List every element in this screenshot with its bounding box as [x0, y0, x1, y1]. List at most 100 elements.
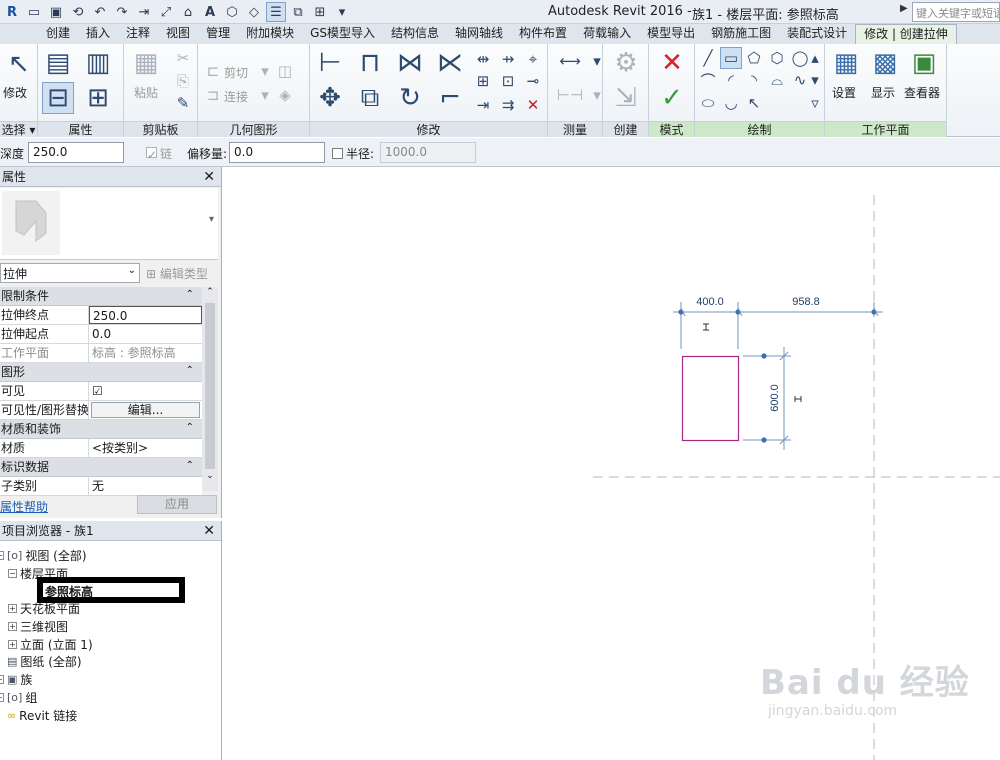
edit-type-button[interactable]: ⊞ 编辑类型 [146, 265, 208, 282]
customize-qat-icon[interactable]: ▾ [332, 2, 352, 22]
close-hidden-icon[interactable]: ⧉ [288, 2, 308, 22]
rotate-icon[interactable]: ↻ [394, 82, 426, 114]
mirror-draw-icon[interactable]: ⋉ [434, 47, 466, 79]
draw-polygon-icon[interactable]: ⬠ [743, 47, 765, 69]
dim-text-height[interactable]: 600.0 [769, 384, 781, 412]
material-value[interactable]: <按类别> [89, 439, 202, 457]
show-workplane-icon[interactable]: ▩ [869, 47, 901, 79]
cope-icon[interactable]: ⊏ [202, 60, 224, 82]
tab-view[interactable]: 视图 [158, 24, 198, 44]
selected-view-ref-level[interactable]: 参照标高 [37, 577, 185, 603]
pin-icon[interactable]: ⊸ [522, 70, 544, 92]
draw-arc-3pt-icon[interactable]: ⌒ [697, 69, 719, 91]
tab-structure-info[interactable]: 结构信息 [383, 24, 447, 44]
expand-icon[interactable]: + [0, 675, 4, 684]
join-label[interactable]: 连接 [224, 88, 248, 105]
align-icon[interactable]: ⊢ [314, 47, 346, 79]
tree-node-revit-links[interactable]: ∞ Revit 链接 [0, 707, 77, 724]
split-face-icon[interactable]: ◫ [274, 60, 296, 82]
dim-grip[interactable] [761, 437, 767, 443]
draw-rectangle-icon[interactable]: ▭ [720, 47, 742, 69]
select-panel-label[interactable]: 选择 ▾ [0, 121, 37, 137]
type-selector-dropdown-icon[interactable]: ▾ [209, 214, 214, 225]
draw-expand-icon[interactable]: ▿ [808, 92, 822, 114]
trim-single-icon[interactable]: ⇥ [472, 94, 494, 116]
tab-grid-axis[interactable]: 轴网轴线 [447, 24, 511, 44]
copy-icon[interactable]: ⎘ [172, 70, 194, 92]
dimension-icon[interactable]: ⤢ [156, 2, 176, 22]
paste-label[interactable]: 粘贴 [134, 84, 158, 101]
modify-label[interactable]: 修改 [3, 84, 27, 101]
scroll-down-icon[interactable]: ⌄ [202, 471, 218, 485]
delete-icon[interactable]: ✕ [522, 94, 544, 116]
apply-button[interactable]: 应用 [137, 495, 217, 514]
tree-node-families[interactable]: +▣族 [0, 671, 32, 688]
tab-load-input[interactable]: 荷载输入 [575, 24, 639, 44]
move-icon[interactable]: ✥ [314, 82, 346, 114]
paint-icon[interactable]: ◈ [274, 84, 296, 106]
create-similar-icon[interactable]: ⇲ [610, 82, 642, 114]
array-icon[interactable]: ⊞ [472, 70, 494, 92]
aligned-dimension-icon[interactable]: ⊢⊣ [554, 84, 586, 106]
draw-scroll-up-icon[interactable]: ▴ [808, 47, 822, 69]
tab-rebar-drawing[interactable]: 钢筋施工图 [703, 24, 779, 44]
split-gap-icon[interactable]: ⇸ [497, 48, 519, 70]
revit-logo-icon[interactable]: R [2, 2, 22, 22]
tag-icon[interactable]: ⌂ [178, 2, 198, 22]
switch-windows-icon[interactable]: ⊞ [310, 2, 330, 22]
text-icon[interactable]: A [200, 2, 220, 22]
family-category-icon[interactable]: ⊟ [42, 82, 74, 114]
join-icon[interactable]: ⊐ [202, 84, 224, 106]
draw-inscribed-polygon-icon[interactable]: ⬡ [766, 47, 788, 69]
tree-node-views[interactable]: −[o]视图 (全部) [0, 547, 87, 564]
thin-lines-icon[interactable]: ☰ [266, 2, 286, 22]
cut-geometry-label[interactable]: 剪切 [224, 64, 248, 81]
mirror-axis-icon[interactable]: ⋈ [394, 47, 426, 79]
type-properties-icon[interactable]: ⊞ [82, 82, 114, 114]
match-type-icon[interactable]: ✎ [172, 92, 194, 114]
tree-node-3d-views[interactable]: + 三维视图 [8, 618, 68, 635]
undo-icon[interactable]: ↶ [90, 2, 110, 22]
draw-arc-center-icon[interactable]: ◜ [720, 69, 742, 91]
draw-ellipse-icon[interactable]: ⬭ [697, 92, 719, 114]
extrusion-start-input[interactable]: 0.0 [89, 325, 202, 343]
tab-insert[interactable]: 插入 [78, 24, 118, 44]
expand-icon[interactable]: + [8, 622, 17, 631]
subcategory-value[interactable]: 无 [89, 477, 202, 495]
dim-grip[interactable] [761, 353, 767, 359]
3d-view-icon[interactable]: ⬡ [222, 2, 242, 22]
split-element-icon[interactable]: ⇹ [472, 48, 494, 70]
pick-lines-icon[interactable]: ↖ [743, 92, 765, 114]
tab-modify-create-extrusion[interactable]: 修改 | 创建拉伸 [855, 24, 957, 44]
measure-distance-icon[interactable]: ⟷ [554, 50, 586, 72]
radius-checkbox[interactable]: 半径: [332, 145, 374, 162]
extrusion-end-input[interactable]: 250.0 [89, 306, 202, 324]
group-identity-data[interactable]: 标识数据 ⌃ [0, 458, 202, 477]
cut-icon[interactable]: ✂ [172, 47, 194, 69]
measure-icon[interactable]: ⇥ [134, 2, 154, 22]
offset-input[interactable]: 0.0 [229, 142, 325, 163]
trim-multi-icon[interactable]: ⇉ [497, 94, 519, 116]
join-dropdown-icon[interactable]: ▾ [254, 84, 276, 106]
tab-addins[interactable]: 附加模块 [238, 24, 302, 44]
expand-icon[interactable]: + [8, 640, 17, 649]
draw-partial-ellipse-icon[interactable]: ◡ [720, 92, 742, 114]
tree-node-groups[interactable]: +[o]组 [0, 689, 37, 706]
dim-text-offset[interactable]: 958.8 [792, 296, 820, 308]
expand-icon[interactable]: + [8, 604, 17, 613]
properties-icon[interactable]: ▤ [42, 47, 74, 79]
visible-checkbox[interactable]: ☑ [89, 382, 202, 400]
search-expand-icon[interactable]: ▶ [900, 3, 912, 21]
tab-component-layout[interactable]: 构件布置 [511, 24, 575, 44]
scroll-up-icon[interactable]: ⌃ [202, 287, 218, 301]
group-constraints[interactable]: 限制条件 ⌃ [0, 287, 202, 306]
scroll-thumb[interactable] [205, 303, 215, 469]
tree-node-elevations[interactable]: + 立面 (立面 1) [8, 636, 93, 653]
trim-extend-icon[interactable]: ⌐ [434, 82, 466, 114]
expand-icon[interactable]: + [0, 693, 4, 702]
draw-arc-tangent-icon[interactable]: ◝ [743, 69, 765, 91]
properties-scrollbar[interactable]: ⌃ ⌄ [202, 287, 218, 491]
section-icon[interactable]: ◇ [244, 2, 264, 22]
tab-gs-import[interactable]: GS模型导入 [302, 24, 383, 44]
group-materials[interactable]: 材质和装饰 ⌃ [0, 420, 202, 439]
